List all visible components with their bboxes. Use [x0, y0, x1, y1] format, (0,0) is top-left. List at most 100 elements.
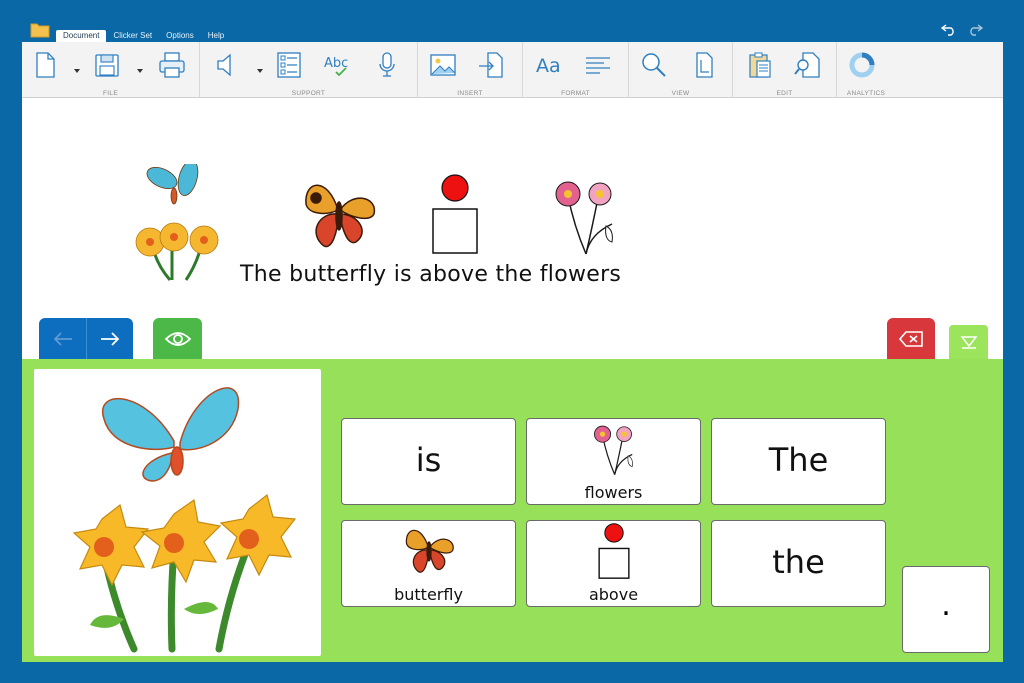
- ribbon-group-label: INSERT: [457, 90, 483, 97]
- word-cell-label: The: [768, 441, 829, 479]
- sentence-text: The butterfly is above the flowers: [240, 262, 622, 287]
- butterfly-above-flowers-picture: [135, 164, 219, 281]
- butterfly-symbol: [405, 529, 454, 573]
- ribbon-group-support: Abc SUPPORT: [200, 42, 418, 98]
- find-document-icon: [794, 52, 820, 78]
- folder-icon[interactable]: [30, 22, 50, 38]
- word-cell-label: the: [772, 543, 825, 581]
- period-cell[interactable]: .: [902, 566, 990, 653]
- word-cell-label: above: [588, 585, 639, 604]
- redo-icon[interactable]: [966, 22, 984, 36]
- word-cell-label: is: [415, 441, 442, 479]
- ribbon-group-file: FILE: [22, 42, 200, 98]
- printer-icon: [159, 52, 185, 78]
- arrow-left-icon: [53, 331, 72, 346]
- word-cell-the-capital[interactable]: The: [711, 418, 886, 505]
- paragraph-button[interactable]: [581, 48, 615, 82]
- page-size-icon: [696, 52, 713, 78]
- next-button[interactable]: [86, 318, 133, 359]
- tab-clicker-set[interactable]: Clicker Set: [106, 30, 159, 42]
- previous-button[interactable]: [39, 318, 86, 359]
- chevron-down-icon: [74, 69, 80, 73]
- eye-icon: [164, 331, 191, 346]
- word-list-button[interactable]: [272, 48, 306, 82]
- insert-picture-button[interactable]: [426, 48, 460, 82]
- find-replace-button[interactable]: [791, 48, 825, 82]
- spell-check-button[interactable]: Abc: [320, 48, 354, 82]
- align-left-icon: [586, 57, 610, 74]
- speech-button[interactable]: [210, 48, 244, 82]
- ribbon-group-label: VIEW: [671, 90, 690, 97]
- ribbon-group-label: EDIT: [776, 90, 793, 97]
- image-icon: [430, 54, 456, 76]
- insert-file-icon: [479, 52, 503, 78]
- word-cell-label: flowers: [584, 483, 643, 502]
- save-dropdown-arrow[interactable]: [136, 62, 144, 73]
- ribbon-group-edit: EDIT: [733, 42, 837, 98]
- undo-icon[interactable]: [940, 22, 958, 36]
- butterfly-flowers-illustration: [72, 387, 297, 653]
- save-icon: [95, 54, 119, 77]
- new-dropdown-arrow[interactable]: [73, 62, 81, 73]
- paste-button[interactable]: [743, 48, 777, 82]
- picture-frame: [34, 369, 321, 656]
- ribbon-group-label: ANALYTICS: [846, 90, 886, 97]
- undo-redo-group: [940, 22, 984, 36]
- save-button[interactable]: [90, 48, 124, 82]
- word-cell-butterfly[interactable]: butterfly: [341, 520, 516, 607]
- ribbon-toolbar: FILE Abc SUPPORT INSERT Aa FORMAT VIEW E…: [22, 42, 1003, 98]
- document-area[interactable]: The butterfly is above the flowers: [22, 98, 1003, 359]
- new-document-button[interactable]: [28, 48, 62, 82]
- print-button[interactable]: [155, 48, 189, 82]
- tab-options[interactable]: Options: [159, 30, 201, 42]
- menu-bar: Document Clicker Set Options Help: [56, 30, 231, 42]
- triangle-down-icon: [959, 336, 978, 349]
- backspace-icon: [898, 330, 923, 347]
- word-cell-above[interactable]: above: [526, 520, 701, 607]
- word-cell-flowers[interactable]: flowers: [526, 418, 701, 505]
- ribbon-group-label: FORMAT: [561, 90, 590, 97]
- show-hide-picture-button[interactable]: [153, 318, 202, 359]
- word-cell-is[interactable]: is: [341, 418, 516, 505]
- insert-file-button[interactable]: [474, 48, 508, 82]
- butterfly-symbol: [305, 184, 376, 248]
- word-cell-label: butterfly: [394, 585, 463, 604]
- chevron-down-icon: [257, 69, 263, 73]
- tab-help[interactable]: Help: [201, 30, 231, 42]
- spell-check-icon: Abc: [324, 56, 348, 77]
- ribbon-group-label: SUPPORT: [291, 90, 326, 97]
- font-icon: Aa: [536, 55, 561, 77]
- ribbon-group-label: FILE: [103, 90, 118, 97]
- magnifier-icon: [642, 53, 666, 77]
- arrow-right-icon: [101, 331, 120, 346]
- chevron-down-icon: [137, 69, 143, 73]
- zoom-button[interactable]: [637, 48, 671, 82]
- microphone-icon: [379, 52, 395, 77]
- clipboard-icon: [749, 52, 771, 78]
- flowers-symbol: [593, 425, 633, 475]
- new-document-icon: [36, 52, 55, 78]
- ribbon-group-analytics: ANALYTICS: [837, 42, 895, 98]
- navigation-group: [39, 318, 133, 359]
- ribbon-group-view: VIEW: [629, 42, 733, 98]
- dictation-button[interactable]: [370, 48, 404, 82]
- above-symbol: [432, 174, 478, 254]
- clicker-panel: is flowers The butterfly above the .: [22, 359, 1003, 662]
- above-symbol: [597, 523, 630, 579]
- delete-word-button[interactable]: [887, 318, 935, 359]
- donut-chart-icon: [849, 52, 875, 78]
- numbered-list-icon: [277, 52, 301, 78]
- period-label: .: [941, 587, 951, 623]
- font-button[interactable]: Aa: [533, 48, 567, 82]
- speaker-icon: [217, 53, 231, 77]
- word-cell-the[interactable]: the: [711, 520, 886, 607]
- ribbon-group-format: Aa FORMAT: [523, 42, 629, 98]
- analytics-button[interactable]: [845, 48, 879, 82]
- font-glyph: Aa: [536, 55, 561, 77]
- flowers-symbol: [555, 181, 613, 255]
- speech-dropdown-arrow[interactable]: [256, 62, 264, 73]
- page-layout-button[interactable]: [687, 48, 721, 82]
- ribbon-group-insert: INSERT: [418, 42, 523, 98]
- collapse-panel-button[interactable]: [948, 324, 989, 359]
- tab-document[interactable]: Document: [56, 30, 107, 42]
